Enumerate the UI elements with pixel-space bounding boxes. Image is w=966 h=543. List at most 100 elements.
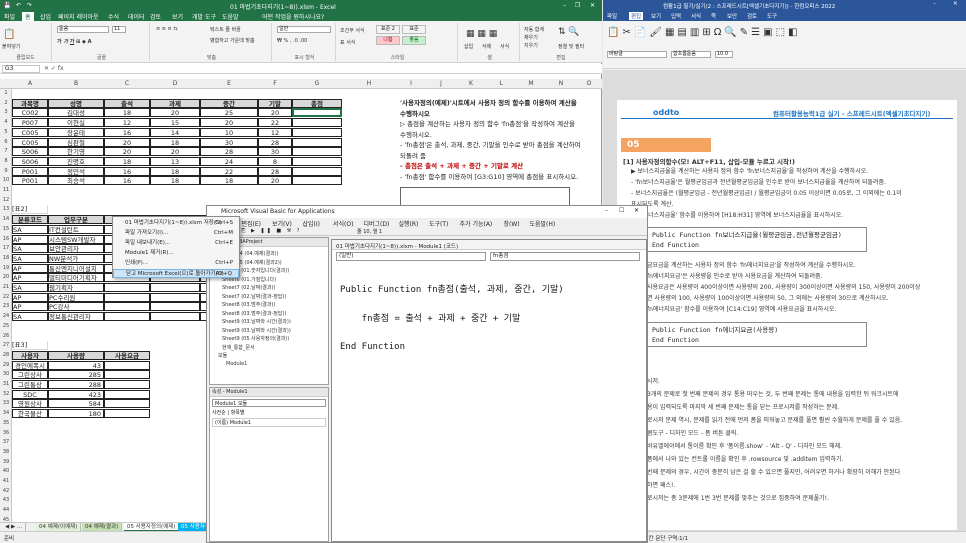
table1-cell[interactable]: 28 [258,137,292,147]
col-header-h[interactable]: H [342,80,396,87]
context-menu-item[interactable]: 닫고 Microsoft Excel(으)로 돌아가기(C) Alt+Q [113,269,239,278]
table1-cell[interactable]: 8 [258,156,292,166]
tab-help[interactable]: 도움말 [222,12,239,21]
tab-file[interactable]: 파일 [4,12,15,21]
tab-alphabetic[interactable]: 사전순 [212,410,226,416]
table1-cell[interactable]: 20 [104,147,150,157]
table1-cell[interactable]: 30 [258,147,292,157]
row-header-27[interactable]: 27 [0,342,12,348]
table2-cell[interactable]: 통신엔지니어설치 [48,263,104,273]
doc-ribbon-icons[interactable]: 📋✂📄🖌▦▤▥⊞Ω🔍✎☰▣⬚◧ [607,27,800,38]
table1-total-cell[interactable] [292,176,342,186]
table1-total-cell[interactable] [292,137,342,147]
table1-cell[interactable]: 16 [104,166,150,176]
style-bad[interactable]: 나쁨 [376,36,400,45]
row-header-23[interactable]: 23 [0,303,12,309]
wrap-text-button[interactable]: 텍스트 줄 바꿈 [210,26,241,33]
table2-cell[interactable]: 시스템SW개발자 [48,234,104,244]
table3-fee-cell[interactable] [104,380,150,389]
table3-fee-cell[interactable] [104,399,150,409]
table2-cell[interactable]: SA [12,312,48,322]
table1-total-cell[interactable] [292,118,342,128]
row-header-19[interactable]: 19 [0,265,12,271]
undo-icon[interactable]: ↶ [14,1,23,10]
row-header-24[interactable]: 24 [0,313,12,319]
tab-review[interactable]: 검토 [150,12,161,21]
properties-window[interactable]: 속성 - Module1 Module1 모듈 사전순 | 항목별 (이름) M… [209,387,329,542]
doc-font-select[interactable]: 함초롬돋움 [671,51,711,58]
table1-cell[interactable]: 심판철 [48,137,104,147]
col-header-f[interactable]: F [258,80,292,87]
doc-close-icon[interactable]: ✕ [953,1,958,7]
row-header-32[interactable]: 32 [0,391,12,397]
table3-cell[interactable]: 285 [48,370,104,380]
style-2[interactable]: 표준 2 [376,25,400,34]
row-header-39[interactable]: 39 [0,459,12,465]
table3-fee-cell[interactable] [104,389,150,399]
table1-cell[interactable]: S006 [12,156,48,166]
row-header-38[interactable]: 38 [0,449,12,455]
table2-cell[interactable]: AP [12,302,48,312]
table1-cell[interactable]: C002 [12,108,48,118]
table1-cell[interactable]: 18 [200,176,258,186]
row-header-37[interactable]: 37 [0,439,12,445]
row-header-6[interactable]: 6 [0,139,12,145]
row-header-15[interactable]: 15 [0,226,12,232]
table2-cell[interactable] [150,283,200,292]
row-header-10[interactable]: 10 [0,177,12,183]
row-header-8[interactable]: 8 [0,158,12,164]
table3-cell[interactable]: 43 [48,360,104,370]
table1-cell[interactable]: 10 [200,127,258,137]
table2-cell[interactable] [104,302,150,312]
row-header-14[interactable]: 14 [0,216,12,222]
row-header-40[interactable]: 40 [0,468,12,474]
row-header-9[interactable]: 9 [0,168,12,174]
col-header-k[interactable]: K [456,80,486,87]
table2-cell[interactable]: SA [12,253,48,263]
col-header-i[interactable]: I [396,80,426,87]
table3-fee-cell[interactable] [104,360,150,370]
table3-cell[interactable]: 423 [48,389,104,399]
table2-cell[interactable]: AP [12,263,48,273]
code-line-1[interactable]: Public Function fn총점(출석, 과제, 중간, 기말) [340,285,640,296]
property-name-row[interactable]: (이름) Module1 [212,418,326,427]
row-header-29[interactable]: 29 [0,362,12,368]
table1-cell[interactable]: 30 [200,137,258,147]
number-buttons[interactable]: ₩ % , .0 .00 [277,38,307,44]
close-icon[interactable]: ✕ [588,1,597,10]
row-header-3[interactable]: 3 [0,109,12,115]
col-header-o[interactable]: O [576,80,602,87]
col-header-l[interactable]: L [486,80,516,87]
doc-tab-tools[interactable]: 도구 [767,12,777,20]
table1-cell[interactable]: 18 [104,108,150,118]
tell-me-search[interactable]: 어떤 작업을 원하시나요? [262,12,324,21]
row-header-30[interactable]: 30 [0,371,12,377]
table3-cell[interactable]: 경인에폭시 [12,360,48,370]
table3-fee-cell[interactable] [104,370,150,380]
tab-page-layout[interactable]: 페이지 레이아웃 [58,12,99,21]
row-header-44[interactable]: 44 [0,507,12,513]
context-menu-item[interactable]: 인쇄(P)... Ctrl+P [113,259,239,268]
table1-cell[interactable]: 16 [104,127,150,137]
table1-cell[interactable]: 20 [200,118,258,128]
table1-cell[interactable]: 18 [150,166,200,176]
tab-insert[interactable]: 삽입 [40,12,51,21]
tab-formulas[interactable]: 수식 [108,12,119,21]
row-header-33[interactable]: 33 [0,400,12,406]
doc-tab-view[interactable]: 보기 [651,12,661,20]
project-tree-item[interactable]: Sheet9 (03.날짜와 시간(결과)) [222,327,291,334]
doc-tab-edit[interactable]: 편집 [629,12,644,20]
doc-tab-review[interactable]: 검토 [747,12,757,20]
table3-cell[interactable]: 584 [48,399,104,409]
row-header-36[interactable]: 36 [0,430,12,436]
table3-cell[interactable]: 그린상사 [12,370,48,380]
doc-tab-insert[interactable]: 입력 [671,12,681,20]
table2-cell[interactable] [104,283,150,292]
code-editor[interactable]: Public Function fn총점(출석, 과제, 중간, 기말) fn총… [340,267,640,351]
row-header-35[interactable]: 35 [0,420,12,426]
project-tree-item[interactable]: Sheet9 (05.사용자정의(결과)) [222,335,289,342]
document-page[interactable]: oddto 컴퓨터활용능력1급 실기 - 스프레드시트(엑셀기초다지기) 05 … [617,100,957,530]
row-header-22[interactable]: 22 [0,294,12,300]
table1-cell[interactable]: P001 [12,176,48,186]
row-header-17[interactable]: 17 [0,245,12,251]
